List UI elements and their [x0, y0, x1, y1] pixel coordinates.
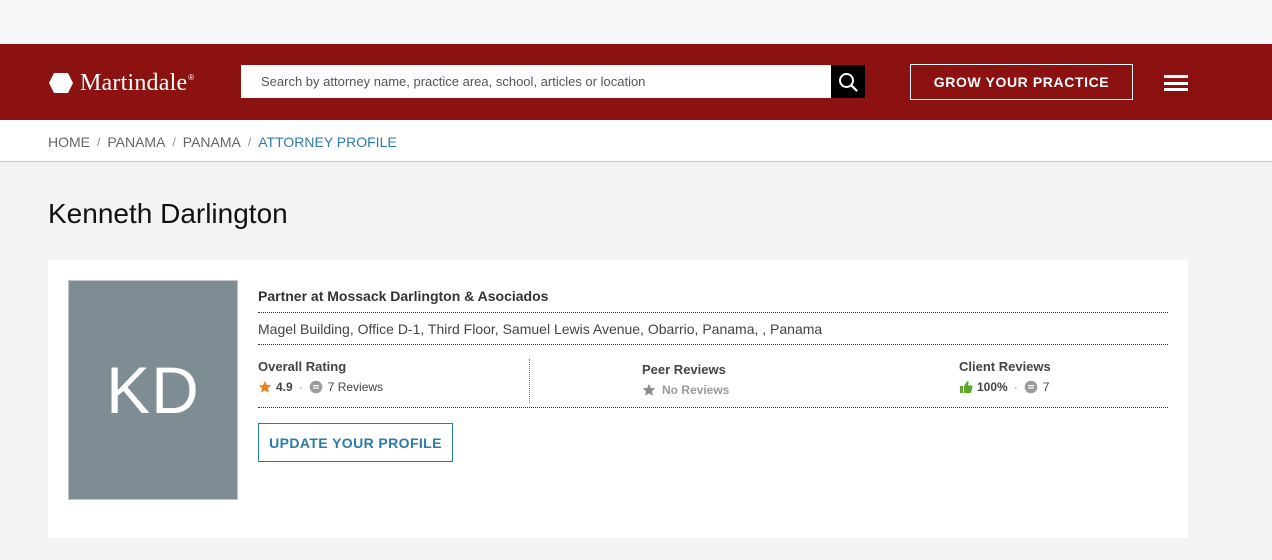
client-reviews-count[interactable]: 7 [1043, 380, 1050, 394]
client-reviews: Client Reviews 100% · 7 [959, 359, 1051, 394]
separator-dot: · [298, 380, 303, 394]
star-icon [258, 380, 272, 393]
client-percent: 100% [977, 380, 1008, 394]
client-reviews-line: 100% · 7 [959, 380, 1051, 394]
search-icon [839, 72, 858, 92]
logo-text: Martindale [80, 69, 188, 96]
profile-address: Magel Building, Office D-1, Third Floor,… [258, 313, 1168, 345]
breadcrumb-separator: / [97, 135, 101, 149]
profile-role: Partner at Mossack Darlington & Asociado… [258, 280, 1168, 313]
site-header: Martindale ® GROW YOUR PRACTICE [0, 44, 1272, 120]
hexagon-logo-icon [49, 73, 73, 93]
breadcrumb-home[interactable]: HOME [48, 134, 90, 150]
star-icon [642, 383, 656, 396]
top-strip [0, 0, 1272, 44]
breadcrumb-city[interactable]: PANAMA [183, 134, 241, 150]
peer-reviews: Peer Reviews No Reviews [642, 362, 729, 397]
avatar-initials: KD [106, 353, 200, 427]
overall-rating-line: 4.9 · 7 Reviews [258, 380, 529, 394]
review-bubble-icon [309, 380, 322, 394]
peer-reviews-status: No Reviews [662, 383, 730, 397]
search-input[interactable] [241, 65, 831, 98]
separator-dot: · [1013, 380, 1018, 394]
review-bubble-icon [1024, 380, 1038, 394]
search-bar [241, 65, 865, 98]
peer-reviews-line: No Reviews [642, 383, 729, 397]
overall-rating-label: Overall Rating [258, 359, 347, 374]
breadcrumb-country[interactable]: PANAMA [107, 134, 165, 150]
update-profile-button[interactable]: UPDATE YOUR PROFILE [258, 423, 453, 462]
profile-info: Partner at Mossack Darlington & Asociado… [258, 280, 1168, 462]
overall-reviews-link[interactable]: 7 Reviews [328, 380, 383, 394]
ratings-row: Overall Rating 4.9 · 7 Reviews Peer Revi… [258, 345, 1168, 408]
page-title: Kenneth Darlington [48, 198, 288, 229]
breadcrumb-separator: / [172, 135, 176, 149]
martindale-logo[interactable]: Martindale ® [48, 70, 194, 96]
overall-score: 4.9 [276, 380, 293, 394]
avatar: KD [68, 280, 238, 500]
thumbs-up-icon [960, 381, 973, 393]
breadcrumb-current: ATTORNEY PROFILE [258, 134, 397, 150]
breadcrumb-separator: / [247, 135, 252, 149]
overall-rating: Overall Rating 4.9 · 7 Reviews [258, 359, 530, 403]
logo-registered-mark: ® [188, 72, 195, 82]
client-reviews-label: Client Reviews [959, 359, 1051, 374]
breadcrumb: HOME / PANAMA / PANAMA / ATTORNEY PROFIL… [48, 134, 397, 150]
hamburger-menu-icon[interactable] [1164, 75, 1188, 91]
peer-reviews-label: Peer Reviews [642, 362, 726, 377]
breadcrumb-bar: HOME / PANAMA / PANAMA / ATTORNEY PROFIL… [0, 120, 1272, 162]
grow-your-practice-button[interactable]: GROW YOUR PRACTICE [910, 64, 1133, 100]
profile-card: KD Partner at Mossack Darlington & Asoci… [48, 260, 1188, 538]
search-button[interactable] [831, 65, 865, 98]
